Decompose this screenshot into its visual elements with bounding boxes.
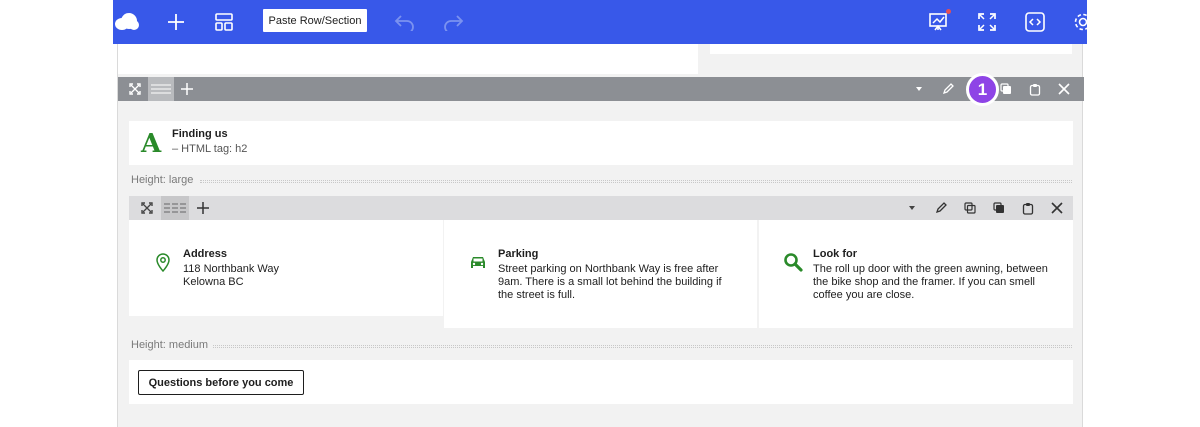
clipboard-icon[interactable] [1013,196,1042,220]
previous-row-block [118,44,698,74]
step-badge: 1 [966,73,999,106]
search-icon [783,252,803,272]
chevron-down-icon[interactable] [904,77,933,101]
heading-tag-info: – HTML tag: h2 [172,143,248,155]
redo-icon[interactable] [439,8,467,36]
chevron-down-icon[interactable] [897,196,926,220]
pencil-icon[interactable] [926,196,955,220]
heading-module[interactable]: A Finding us – HTML tag: h2 [129,121,1073,165]
questions-button[interactable]: Questions before you come [138,370,304,395]
divider [200,180,1072,183]
column-text: Street parking on Northbank Way is free … [498,263,722,301]
height-label-large: Height: large [131,174,194,186]
divider [213,345,1072,348]
fullscreen-icon[interactable] [973,8,1001,36]
column-title: Parking [498,248,539,260]
heading-title: Finding us [172,128,228,140]
height-label-medium: Height: medium [131,339,209,351]
top-toolbar: Paste Row/Section [113,0,1092,44]
pencil-icon[interactable] [933,77,962,101]
move-icon[interactable] [133,196,161,220]
move-icon[interactable] [122,77,148,101]
logo-icon[interactable] [113,8,141,36]
columns-settings-icon[interactable] [161,196,189,220]
car-icon [468,252,488,272]
editor-canvas: 1 A Finding us – HTML tag: h2 Height: la… [117,44,1084,427]
duplicate-icon[interactable] [955,196,984,220]
column-title: Look for [813,248,857,260]
row-toolbar [118,77,1084,101]
button-module: Questions before you come [129,360,1073,404]
column-text: The roll up door with the green awning, … [813,263,1048,301]
column-parking[interactable]: Parking Street parking on Northbank Way … [444,220,757,328]
column-title: Address [183,248,228,260]
add-icon[interactable] [174,77,200,101]
column-address[interactable]: Address 118 Northbank Way Kelowna BC [129,220,443,316]
close-icon[interactable] [1042,196,1071,220]
add-icon[interactable] [189,196,217,220]
plus-icon[interactable] [162,8,190,36]
notification-dot [946,9,951,14]
column-look-for[interactable]: Look for The roll up door with the green… [759,220,1073,328]
code-icon[interactable] [1021,8,1049,36]
clipboard-icon[interactable] [1020,77,1049,101]
presentation-icon[interactable] [924,8,952,36]
layout-icon[interactable] [210,8,238,36]
column-group-toolbar [129,196,1073,220]
paste-row-section-button[interactable]: Paste Row/Section [263,9,367,32]
previous-row-block [710,44,1072,54]
gear-icon[interactable] [1069,8,1097,36]
copy-icon[interactable] [984,196,1013,220]
column-text: 118 Northbank Way Kelowna BC [183,263,279,288]
map-pin-icon [153,252,173,273]
heading-letter-icon: A [141,129,162,159]
undo-icon[interactable] [391,8,419,36]
row-settings-icon[interactable] [148,77,174,101]
close-icon[interactable] [1049,77,1078,101]
